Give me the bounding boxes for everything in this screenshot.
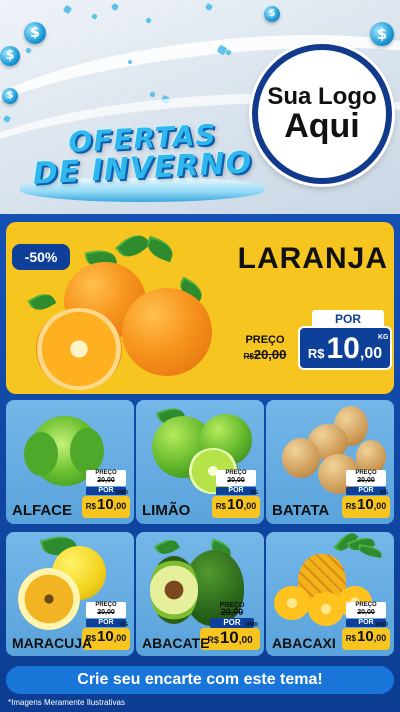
current-price: R$ 10,00 [212,496,260,518]
product-card-abacaxi: PREÇO 20,00 POR R$ 10,00 UNID ABACAXI [266,532,394,656]
old-price-box: PREÇO 20,00 [86,602,126,618]
price-integer: 10 [326,332,360,365]
old-price-label: PREÇO [245,334,285,346]
coin-icon: $ [370,22,394,46]
leaf-shape [143,235,177,263]
logo-text-line1: Sua Logo [267,82,377,110]
current-price: R$ 10,00 [342,496,390,518]
product-card-limao: PREÇO 20,00 POR R$ 10,00 KG LIMÃO [136,400,264,524]
price-tag: PREÇO 20,00 POR R$ 10,00 UNID [82,470,130,520]
old-price-box: PREÇO R$20,00 [236,334,294,364]
coin-icon: $ [0,46,20,66]
campaign-title: OFERTAS DE INVERNO [20,118,265,204]
featured-product-card: -50% LARANJA PREÇO R$20,00 POR R$ 10 ,00… [6,222,394,394]
price-unit: UNID [115,490,128,496]
ice-flake-decoration [91,13,98,20]
old-price-row: R$20,00 [236,347,294,365]
price-unit: KG [378,334,389,341]
old-price-box: PREÇO 20,00 [346,470,386,486]
product-name: MARACUJÁ [12,635,93,651]
discount-badge: -50% [12,244,70,270]
featured-price-tag: PREÇO R$20,00 POR R$ 10 ,00 KG [232,310,392,380]
ice-flake-decoration [62,4,73,15]
coin-icon: $ [24,22,46,44]
ice-flake-decoration [145,17,152,24]
coin-icon: $ [264,6,280,22]
logo-text-line2: Aqui [284,106,360,145]
price-cents: ,00 [359,345,383,362]
product-name: LIMÃO [142,502,191,519]
ice-flake-decoration [110,2,120,12]
ice-flake-decoration [127,59,133,65]
old-price-box: PREÇO 20,00 [216,470,256,486]
ice-flake-decoration [25,47,32,54]
cta-banner[interactable]: Crie seu encarte com este tema! [6,666,394,694]
product-name: ABACATE [142,635,210,651]
price-unit: UNID [245,622,258,628]
ice-flake-decoration [225,49,232,56]
ice-flake-decoration [204,2,214,12]
product-card-abacate: PREÇO 20,00 POR R$ 10,00 UNID ABACATE [136,532,264,656]
product-card-maracuja: PREÇO 20,00 POR R$ 10,00 KG MARACUJÁ [6,532,134,656]
current-price: R$ 10,00 [342,628,390,650]
old-price-box: PREÇO 20,00 [86,470,126,486]
product-name: ABACAXI [272,635,336,651]
ice-flake-decoration [160,94,171,105]
old-price-value: 20,00 [253,347,287,362]
offers-section: -50% LARANJA PREÇO R$20,00 POR R$ 10 ,00… [0,214,400,712]
price-unit: KG [120,622,129,628]
price-currency: R$ [307,346,325,361]
price-unit: UNID [375,622,388,628]
current-price: R$ 10,00 [82,496,130,518]
ice-flake-decoration [2,114,12,124]
price-unit: KG [250,490,259,496]
product-card-batata: PREÇO 20,00 POR R$ 10,00 KG BATATA [266,400,394,524]
leaf-shape [115,228,151,264]
price-tag: PREÇO 20,00 POR R$ 10,00 KG [342,470,390,520]
old-price-box: PREÇO 20,00 [346,602,386,618]
product-name: BATATA [272,502,330,519]
old-price-box: PREÇO 20,00 [219,602,245,617]
leaf-shape [27,289,57,315]
orange-slice [36,308,122,390]
old-price-currency: R$ [243,352,254,361]
featured-product-name: LARANJA [237,242,388,275]
price-tag: PREÇO 20,00 POR R$ 10,00 KG [212,470,260,520]
product-name: ALFACE [12,502,72,519]
disclaimer-note: *Imagens Meramente Ilustrativas [8,698,125,707]
header-banner: $ $ $ $ $ Sua Logo Aqui OFERTAS DE INVER… [0,0,400,214]
current-price: R$ 10 ,00 [298,326,392,370]
orange-fruit [122,288,212,376]
coin-icon: $ [2,88,18,104]
price-tag: PREÇO 20,00 POR R$ 10,00 UNID [342,602,390,652]
price-unit: KG [380,490,389,496]
product-card-alface: PREÇO 20,00 POR R$ 10,00 UNID ALFACE [6,400,134,524]
logo-placeholder: Sua Logo Aqui [252,44,392,184]
ice-flake-decoration [149,91,156,98]
